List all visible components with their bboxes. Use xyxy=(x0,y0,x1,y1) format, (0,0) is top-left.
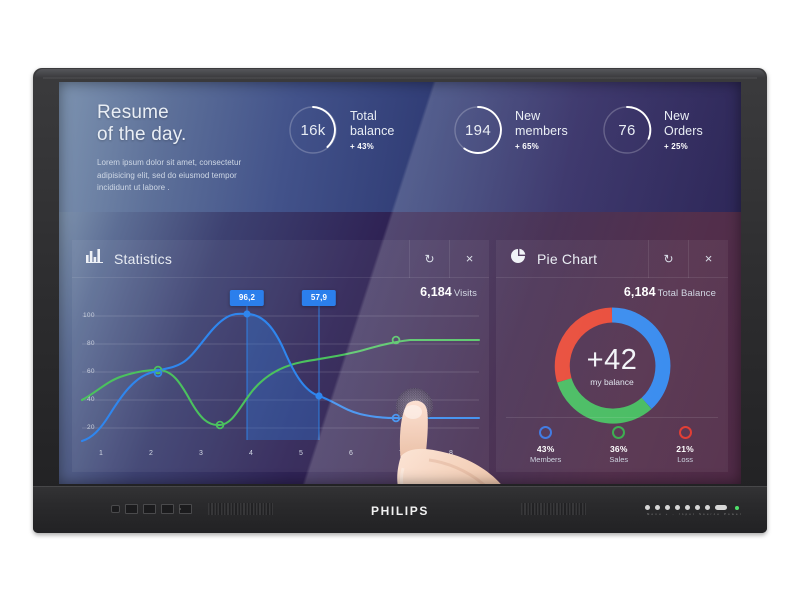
control-left-button[interactable] xyxy=(675,505,680,510)
sensor-dot-icon xyxy=(179,508,181,510)
x-axis-label-7: 7 xyxy=(399,450,404,457)
stat-delta: + 25% xyxy=(664,142,688,151)
statistics-refresh-button[interactable]: ↻ xyxy=(409,239,449,278)
speaker-grille-right xyxy=(521,503,586,515)
page-title: Resume of the day. xyxy=(97,102,187,145)
line-chart[interactable]: 100 80 60 40 20 1 2 3 4 5 6 7 8 96,2 57,… xyxy=(72,278,489,472)
hero-subtitle: Lorem ipsum dolor sit amet, consectetur … xyxy=(97,158,242,193)
legend-name: Loss xyxy=(677,455,694,464)
pie-summary-label: Total Balance xyxy=(657,288,716,299)
x-axis-label-1: 1 xyxy=(99,450,104,457)
pie-title-group: Pie Chart xyxy=(496,248,648,269)
pie-refresh-button[interactable]: ↻ xyxy=(648,239,688,278)
hero-section: Resume of the day. Lorem ipsum dolor sit… xyxy=(97,102,317,195)
control-menu-button[interactable] xyxy=(645,505,650,510)
control-right-button[interactable] xyxy=(685,505,690,510)
pie-legend: 43% Members 36% Sales 21% Loss xyxy=(496,426,728,464)
progress-ring-icon: 194 xyxy=(452,104,504,156)
legend-color-dot-icon xyxy=(678,426,692,439)
pie-chart-panel: Pie Chart ↻ × 6,184 Total Balance +42 my… xyxy=(496,239,728,472)
stat-label: New Orders xyxy=(664,109,703,138)
stat-label: Total balance xyxy=(350,109,395,138)
y-axis-label-60: 60 xyxy=(87,368,95,375)
bezel-top-highlight xyxy=(43,77,757,79)
legend-percent: 43% xyxy=(536,444,555,454)
control-down-button[interactable] xyxy=(665,505,670,510)
statistics-title-group: Statistics xyxy=(72,249,409,268)
stat-value: 16k xyxy=(300,121,326,139)
pie-close-button[interactable]: × xyxy=(688,239,728,278)
pie-panel-header: Pie Chart ↻ × xyxy=(496,239,728,278)
x-axis-label-3: 3 xyxy=(199,450,204,457)
bar-chart-icon xyxy=(86,249,103,268)
legend-item-members[interactable]: 43% Members xyxy=(530,426,561,464)
chart-tooltip-1: 96,2 xyxy=(229,290,265,306)
donut-center-value: +42 xyxy=(586,344,638,376)
pie-panel-title: Pie Chart xyxy=(537,250,598,267)
pie-summary: 6,184 Total Balance xyxy=(624,285,716,299)
port-usb-2-icon xyxy=(143,504,156,514)
x-axis-label-4: 4 xyxy=(249,450,254,457)
statistics-panel-header: Statistics ↻ × xyxy=(72,239,489,278)
statistics-close-button[interactable]: × xyxy=(449,239,489,278)
pie-summary-value: 6,184 xyxy=(623,285,656,299)
y-axis-label-100: 100 xyxy=(83,312,95,319)
control-source-button[interactable] xyxy=(705,505,710,510)
legend-divider xyxy=(506,417,718,418)
donut-chart[interactable]: +42 my balance xyxy=(548,302,676,430)
progress-ring-icon: 76 xyxy=(601,104,653,156)
legend-item-loss[interactable]: 21% Loss xyxy=(676,426,694,464)
control-power-button[interactable] xyxy=(715,505,727,510)
donut-center-group: +42 my balance xyxy=(548,302,676,430)
chart-tooltip-2: 57,9 xyxy=(301,290,337,306)
control-button-labels: Menu + - Input Source Power xyxy=(647,513,743,516)
stat-value: 194 xyxy=(465,121,491,139)
brand-logo: PHILIPS xyxy=(371,504,429,518)
x-axis-label-8: 8 xyxy=(449,450,454,457)
control-input-button[interactable] xyxy=(695,505,700,510)
stat-label: New members xyxy=(515,109,568,138)
touch-screen-display[interactable]: Resume of the day. Lorem ipsum dolor sit… xyxy=(59,82,741,484)
donut-center-caption: my balance xyxy=(590,377,634,387)
chart-area-fill xyxy=(247,314,319,440)
x-axis-label-5: 5 xyxy=(299,450,304,457)
legend-percent: 36% xyxy=(609,444,628,454)
monitor-bottom-bezel: PHILIPS Menu + - Input Source Power xyxy=(33,486,767,533)
legend-color-dot-icon xyxy=(612,426,626,439)
port-hdmi-icon xyxy=(111,505,120,513)
stat-card-new-orders[interactable]: 76 New Orders + 25% xyxy=(601,104,703,156)
legend-color-dot-icon xyxy=(539,426,553,439)
y-axis-label-80: 80 xyxy=(87,340,95,347)
legend-percent: 21% xyxy=(676,444,694,454)
control-button-cluster[interactable] xyxy=(645,505,739,510)
legend-name: Members xyxy=(530,455,562,464)
control-up-button[interactable] xyxy=(655,505,660,510)
x-axis-label-6: 6 xyxy=(349,450,354,457)
stat-card-new-members[interactable]: 194 New members + 65% xyxy=(452,104,568,156)
statistics-panel: Statistics ↻ × 6,184 Visits 100 80 60 40… xyxy=(72,239,489,472)
legend-name: Sales xyxy=(609,455,629,464)
stat-delta: + 43% xyxy=(350,142,374,151)
progress-ring-icon: 16k xyxy=(287,104,339,156)
y-axis-label-40: 40 xyxy=(87,396,95,403)
stat-card-total-balance[interactable]: 16k Total balance + 43% xyxy=(287,104,395,156)
stat-value: 76 xyxy=(618,121,636,139)
speaker-grille-left xyxy=(208,503,273,515)
x-axis-label-2: 2 xyxy=(149,450,154,457)
port-usb-3-icon xyxy=(161,504,174,514)
stat-delta: + 65% xyxy=(515,142,539,151)
y-axis-label-20: 20 xyxy=(87,424,95,431)
port-usb-1-icon xyxy=(125,504,138,514)
philips-display-monitor: Resume of the day. Lorem ipsum dolor sit… xyxy=(33,68,767,533)
power-led-indicator xyxy=(735,505,739,510)
pie-chart-icon xyxy=(510,248,526,269)
legend-item-sales[interactable]: 36% Sales xyxy=(609,426,628,464)
statistics-panel-title: Statistics xyxy=(114,250,173,267)
